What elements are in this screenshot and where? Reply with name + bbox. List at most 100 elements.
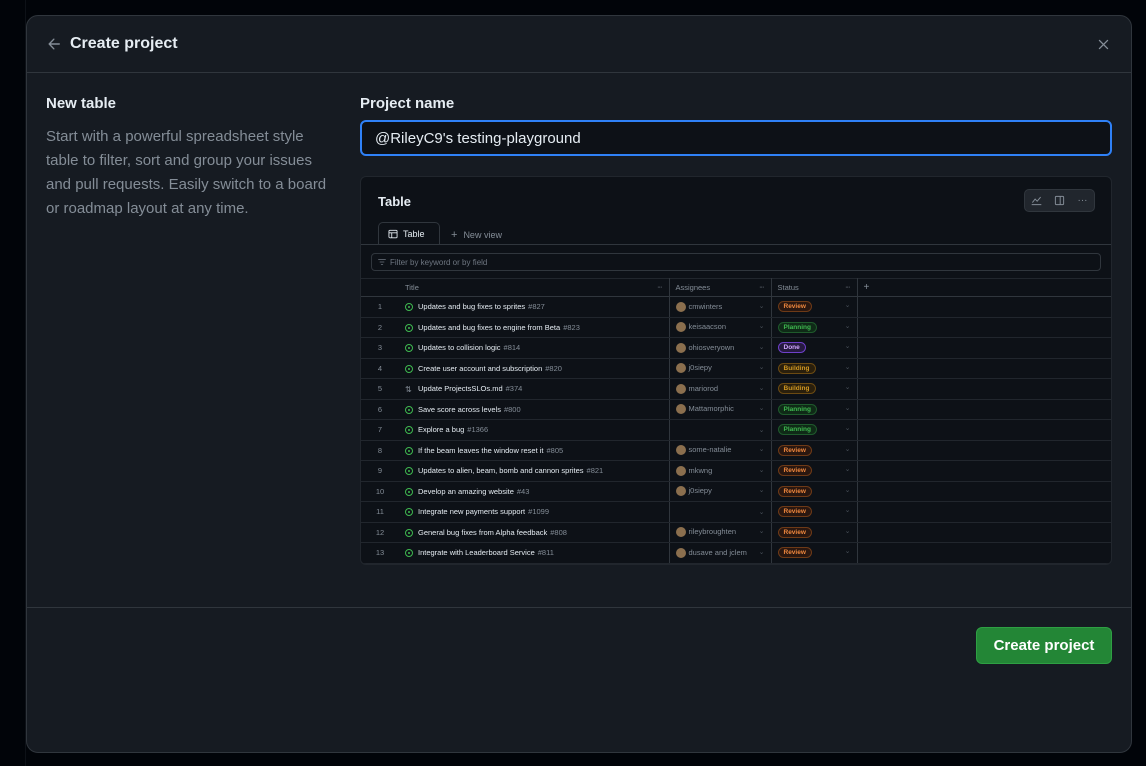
issue-title: Updates to collision logic	[418, 343, 501, 353]
assignee-name: mariorod	[688, 383, 719, 393]
row-number: 1	[361, 296, 399, 318]
chevron-down-icon: ⌄	[758, 487, 765, 495]
avatar	[675, 383, 686, 394]
chevron-down-icon: ⌄	[758, 323, 765, 331]
status-column-header: Status ···	[771, 278, 858, 297]
status-badge: Building	[777, 362, 816, 374]
layout-info: New table Start with a powerful spreadsh…	[46, 95, 360, 607]
issue-number: #821	[586, 466, 604, 476]
avatar	[675, 363, 686, 374]
empty-cell	[857, 296, 1111, 318]
status-cell: Review ⌄	[771, 501, 858, 523]
title-column-header: Title ···	[399, 278, 670, 297]
avatar	[675, 322, 686, 333]
table-row: 13 Integrate with Leaderboard Service #811…	[361, 542, 1111, 564]
filter-placeholder: Filter by keyword or by field	[390, 257, 488, 267]
assignees-column-header: Assignees ···	[669, 278, 772, 297]
chevron-down-icon: ⌄	[758, 528, 765, 536]
issue-title: Develop an amazing website	[418, 486, 514, 496]
row-number: 8	[361, 440, 399, 461]
chevron-down-icon: ⌄	[758, 343, 765, 351]
status-badge: Planning	[777, 403, 817, 415]
avatar	[675, 486, 686, 497]
empty-cell	[857, 317, 1111, 338]
assignee-cell: dusave and jclem ⌄	[669, 542, 772, 564]
issue-open-icon	[405, 487, 413, 496]
row-number: 5	[361, 378, 399, 400]
empty-cell	[857, 542, 1111, 564]
row-number: 6	[361, 399, 399, 420]
new-view-label: New view	[463, 230, 502, 240]
issue-title-cell: Explore a bug #1366	[399, 419, 670, 441]
plus-icon: +	[863, 282, 870, 293]
dialog-footer: Create project	[976, 627, 1112, 664]
row-number: 7	[361, 419, 399, 441]
empty-cell	[857, 440, 1111, 461]
table-row: 3 Updates to collision logic #814 ohiosvery…	[361, 337, 1111, 359]
assignee-cell: cmwinters ⌄	[669, 296, 772, 318]
status-badge: Review	[777, 506, 812, 518]
add-column-header: +	[857, 278, 1111, 297]
chevron-down-icon: ⌄	[844, 404, 851, 412]
create-project-dialog: Create project New table Start with a po…	[26, 15, 1132, 753]
issue-title-cell: Updates and bug fixes to engine from Bet…	[399, 317, 670, 338]
empty-cell	[857, 337, 1111, 359]
row-number: 9	[361, 460, 399, 482]
chevron-down-icon: ⌄	[844, 384, 851, 392]
row-number-header	[361, 278, 399, 297]
status-cell: Review ⌄	[771, 296, 858, 318]
close-icon[interactable]	[1095, 36, 1111, 52]
assignee-cell: some-natalie ⌄	[669, 440, 772, 461]
project-name-label: Project name	[360, 95, 455, 112]
row-number: 11	[361, 501, 399, 523]
issue-title: Create user account and subscription	[418, 363, 543, 373]
table-row: 12 General bug fixes from Alpha feedback #…	[361, 522, 1111, 543]
issue-open-icon	[405, 405, 413, 414]
issue-open-icon	[405, 508, 413, 517]
create-project-button[interactable]: Create project	[976, 627, 1112, 664]
issue-title-cell: Create user account and subscription #820	[399, 358, 670, 379]
assignee-cell: ⌄	[669, 501, 772, 523]
issue-open-icon	[405, 549, 413, 558]
status-badge: Planning	[777, 424, 817, 436]
issue-title-cell: Updates and bug fixes to sprites #827	[399, 296, 670, 318]
insights-icon	[1025, 190, 1048, 211]
issue-title-cell: ⇅ Update ProjectsSLOs.md #374	[399, 378, 670, 400]
assignee-name: mkwng	[688, 465, 713, 475]
row-number: 13	[361, 542, 399, 564]
preview-table: Title ··· Assignees ··· Status ··· + 1 Updat…	[361, 278, 1111, 564]
issue-title: If the beam leaves the window reset it	[418, 445, 544, 455]
filter-icon	[378, 259, 386, 265]
issue-number: #43	[516, 486, 530, 496]
chevron-down-icon: ⌄	[844, 548, 851, 556]
preview-title: Table	[378, 194, 411, 209]
project-name-input[interactable]	[360, 120, 1112, 156]
issue-title-cell: Integrate with Leaderboard Service #811	[399, 542, 670, 564]
arrow-left-icon[interactable]	[46, 36, 62, 52]
chevron-down-icon: ⌄	[844, 445, 851, 453]
issue-number: #1366	[467, 425, 489, 435]
chevron-down-icon: ⌄	[844, 527, 851, 535]
assignee-name: Mattamorphic	[688, 404, 734, 414]
issue-number: #1099	[528, 507, 550, 517]
chevron-down-icon: ⌄	[758, 384, 765, 392]
empty-cell	[857, 481, 1111, 502]
assignee-name: ohiosveryown	[688, 342, 735, 352]
table-row: 2 Updates and bug fixes to engine from Be…	[361, 317, 1111, 338]
assignee-cell: mkwng ⌄	[669, 460, 772, 482]
chevron-down-icon: ⌄	[758, 508, 765, 516]
issue-open-icon	[405, 344, 413, 353]
assignee-name: dusave and jclem	[688, 547, 747, 557]
issue-title-cell: Develop an amazing website #43	[399, 481, 670, 502]
empty-cell	[857, 522, 1111, 543]
table-row: 5 ⇅ Update ProjectsSLOs.md #374 mariorod ⌄ Bui…	[361, 378, 1111, 400]
table-row: 9 Updates to alien, beam, bomb and cannon…	[361, 460, 1111, 482]
chevron-down-icon: ⌄	[844, 302, 851, 310]
issue-open-icon	[405, 323, 413, 332]
table-layout-preview: Table ··· Table + New view Filter by key…	[360, 176, 1112, 565]
empty-cell	[857, 419, 1111, 441]
issue-title: Update ProjectsSLOs.md	[418, 383, 503, 393]
table-row: 11 Integrate new payments support #1099 ⌄ Re…	[361, 501, 1111, 523]
issue-title-cell: Integrate new payments support #1099	[399, 501, 670, 523]
table-row: 1 Updates and bug fixes to sprites #827 cmw…	[361, 296, 1111, 318]
